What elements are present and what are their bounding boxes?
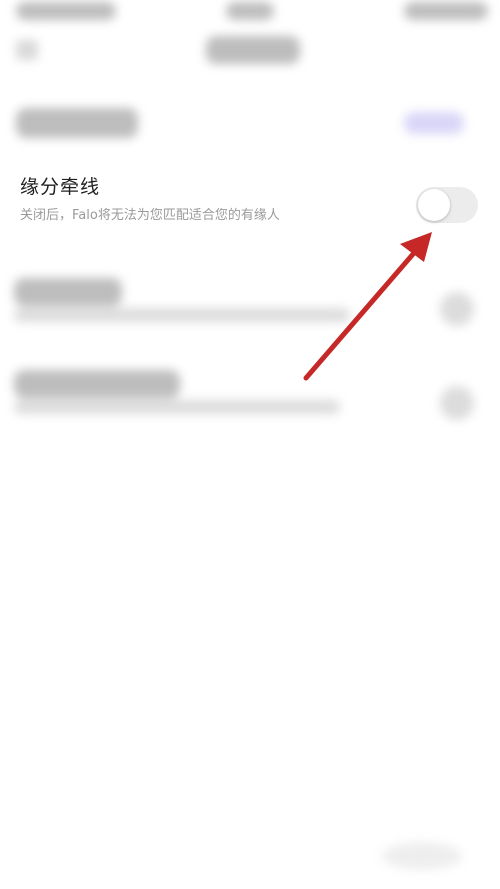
watermark-logo [382,842,462,870]
setting-row-blurred-3-title [14,278,122,306]
setting-description: 关闭后，Falo将无法为您匹配适合您的有缘人 [20,208,280,223]
setting-row-blurred-1-action[interactable] [404,112,464,134]
page-title [206,36,300,64]
match-toggle-switch[interactable] [416,187,478,223]
setting-row-blurred-4-title [14,370,180,398]
setting-row-blurred-3-control[interactable] [440,292,474,326]
setting-row-blurred-3-subtitle [14,308,350,322]
status-bar-carrier [16,2,116,20]
status-bar-battery [404,2,488,20]
toggle-knob[interactable] [418,189,450,221]
setting-row-blurred-4-control[interactable] [440,386,474,420]
status-bar-time [226,2,274,20]
setting-row-blurred-4-subtitle [14,400,340,414]
setting-row-blurred-1-title [16,108,138,138]
back-arrow-icon[interactable] [16,40,38,60]
setting-title: 缘分牵线 [20,176,101,198]
